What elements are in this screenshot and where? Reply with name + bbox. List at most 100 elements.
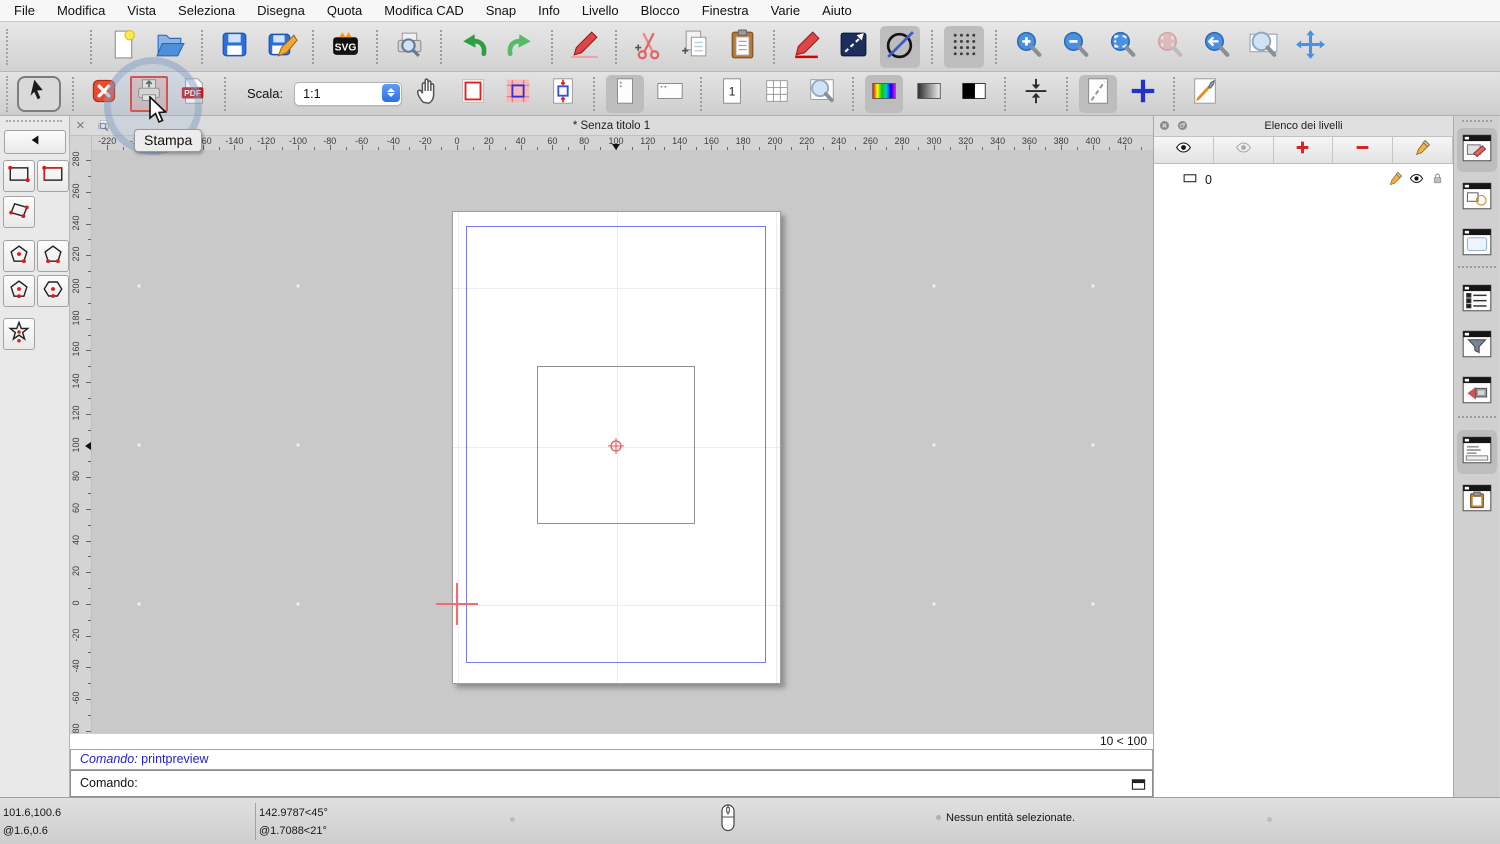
- library-dock-button[interactable]: [1457, 222, 1497, 266]
- undo-button[interactable]: [453, 26, 493, 68]
- zoom-selection-button[interactable]: [1149, 26, 1189, 68]
- palette-drag-handle[interactable]: [6, 120, 62, 122]
- menu-modifica-cad[interactable]: Modifica CAD: [384, 3, 463, 18]
- zoom-in-button[interactable]: [1008, 26, 1048, 68]
- zoom-page-button[interactable]: [803, 75, 841, 113]
- command-input[interactable]: Comando:: [70, 770, 1153, 797]
- layers-dock-icon: [1460, 131, 1494, 170]
- portrait-button[interactable]: [606, 75, 644, 113]
- delete-entities-button[interactable]: [564, 26, 604, 68]
- palette-back-button[interactable]: [4, 130, 66, 154]
- color-mode-button[interactable]: [865, 75, 903, 113]
- menu-livello[interactable]: Livello: [582, 3, 619, 18]
- menu-finestra[interactable]: Finestra: [702, 3, 749, 18]
- zoom-previous-button[interactable]: [1196, 26, 1236, 68]
- print-button[interactable]: [130, 76, 168, 112]
- layers-dock-button[interactable]: [1457, 128, 1497, 172]
- clipboard-dock-button[interactable]: [1457, 478, 1497, 522]
- menu-snap[interactable]: Snap: [486, 3, 516, 18]
- redo-button[interactable]: [500, 26, 540, 68]
- entity-list-dock-icon: [1460, 281, 1494, 320]
- drawing-canvas[interactable]: [92, 150, 1153, 733]
- copy-button[interactable]: [675, 26, 715, 68]
- menu-disegna[interactable]: Disegna: [257, 3, 305, 18]
- hexagon-tool-button[interactable]: [37, 275, 69, 307]
- polygon-center-side-tool-button[interactable]: [3, 275, 35, 307]
- fit-to-page-icon: [548, 76, 578, 111]
- save-button[interactable]: [214, 26, 254, 68]
- stepper-icon[interactable]: [382, 84, 400, 102]
- zoom-pan-button[interactable]: [1290, 26, 1330, 68]
- print-preview-button[interactable]: [389, 26, 429, 68]
- polygon-center-corner-tool-button[interactable]: [3, 240, 35, 272]
- open-file-button[interactable]: [150, 26, 190, 68]
- menu-info[interactable]: Info: [538, 3, 560, 18]
- remove-layer-button[interactable]: [1333, 137, 1393, 163]
- paste-button[interactable]: [722, 26, 762, 68]
- save-icon: [218, 28, 251, 66]
- show-all-layers-button[interactable]: [1154, 137, 1214, 163]
- edit-attributes-button[interactable]: [786, 26, 826, 68]
- rectangle-size-tool-button[interactable]: [3, 160, 35, 192]
- save-as-button[interactable]: [261, 26, 301, 68]
- origin-crosshair-button[interactable]: [1124, 75, 1162, 113]
- selection-pointer-button[interactable]: [17, 76, 61, 112]
- rectangle-rotated-tool-button[interactable]: [3, 196, 35, 228]
- compress-vertical-button[interactable]: [1017, 75, 1055, 113]
- selection-filter-dock-button[interactable]: [1457, 324, 1497, 368]
- menu-aiuto[interactable]: Aiuto: [822, 3, 852, 18]
- cut-button[interactable]: [628, 26, 668, 68]
- zoom-auto-button[interactable]: [1102, 26, 1142, 68]
- menu-seleziona[interactable]: Seleziona: [178, 3, 235, 18]
- linetype-display-button[interactable]: [880, 26, 920, 68]
- fit-to-page-button[interactable]: [544, 75, 582, 113]
- draft-mode-button[interactable]: [1079, 75, 1117, 113]
- paper-border-icon: [458, 76, 488, 111]
- blackwhite-mode-button[interactable]: [955, 75, 993, 113]
- rectangle-2corners-tool-button[interactable]: [37, 160, 69, 192]
- grid-status: 10 < 100: [1100, 734, 1147, 748]
- add-layer-button[interactable]: [1274, 137, 1334, 163]
- polygon-2corners-tool-button[interactable]: [37, 240, 69, 272]
- new-file-button[interactable]: [103, 26, 143, 68]
- single-page-button[interactable]: 1: [713, 75, 751, 113]
- zoom-out-button[interactable]: [1055, 26, 1095, 68]
- layer-visible-eye-icon[interactable]: [1409, 171, 1424, 189]
- grayscale-mode-button[interactable]: [910, 75, 948, 113]
- polar-relative: @1.7088<21°: [259, 825, 327, 837]
- menu-vista[interactable]: Vista: [127, 3, 156, 18]
- menu-modifica[interactable]: Modifica: [57, 3, 105, 18]
- lineweight-display-button[interactable]: [833, 26, 873, 68]
- cut-icon: [632, 28, 665, 66]
- multi-page-button[interactable]: [758, 75, 796, 113]
- layer-lock-icon[interactable]: [1430, 171, 1445, 189]
- pdf-export-button[interactable]: PDF: [175, 75, 213, 113]
- pan-hand-button[interactable]: [409, 75, 447, 113]
- layer-row[interactable]: 0: [1154, 170, 1453, 190]
- blocks-dock-button[interactable]: [1457, 176, 1497, 220]
- entity-list-dock-button[interactable]: [1457, 278, 1497, 322]
- menu-file[interactable]: File: [14, 3, 35, 18]
- preferences-button[interactable]: [1186, 75, 1224, 113]
- viewport-dock-button[interactable]: [1457, 370, 1497, 414]
- command-line-dock-button[interactable]: [1457, 430, 1497, 474]
- landscape-button[interactable]: [651, 75, 689, 113]
- close-print-preview-button[interactable]: [85, 75, 123, 113]
- scale-select[interactable]: 1:1: [294, 82, 402, 106]
- grid-toggle-icon: [948, 28, 981, 66]
- zoom-window-button[interactable]: [1243, 26, 1283, 68]
- star-tool-button[interactable]: [3, 318, 35, 350]
- toolbar-separator: [551, 30, 553, 64]
- menu-varie[interactable]: Varie: [771, 3, 800, 18]
- paper-border-button[interactable]: [454, 75, 492, 113]
- menu-quota[interactable]: Quota: [327, 3, 362, 18]
- portrait-icon: [610, 76, 640, 111]
- edit-layer-button[interactable]: [1393, 137, 1453, 163]
- edit-layer-pencil-icon[interactable]: [1388, 171, 1403, 189]
- grid-toggle-button[interactable]: [944, 26, 984, 68]
- page-margins-button[interactable]: [499, 75, 537, 113]
- dock-drag-handle[interactable]: [1462, 120, 1492, 122]
- menu-blocco[interactable]: Blocco: [641, 3, 680, 18]
- hide-all-layers-button[interactable]: [1214, 137, 1274, 163]
- svg-export-button[interactable]: SVG: [325, 26, 365, 68]
